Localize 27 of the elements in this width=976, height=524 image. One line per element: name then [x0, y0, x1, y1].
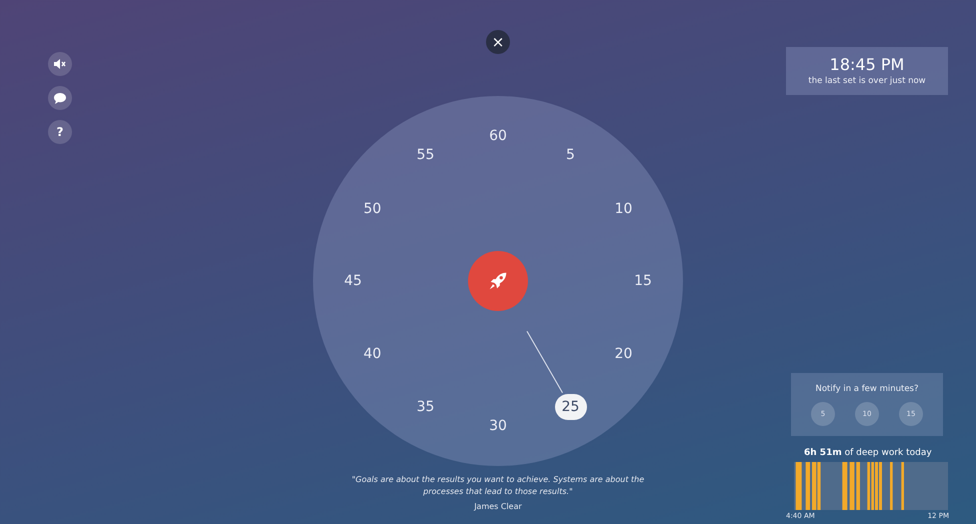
rocket-icon [487, 270, 509, 292]
notify-title: Notify in a few minutes? [816, 384, 918, 394]
minute-label[interactable]: 10 [614, 202, 632, 216]
minute-label[interactable]: 5 [566, 148, 575, 162]
minute-label[interactable]: 55 [416, 148, 434, 162]
dial-hand [526, 330, 563, 394]
help-button[interactable]: ? [48, 120, 72, 144]
minute-label[interactable]: 60 [489, 129, 507, 143]
quote-author: James Clear [474, 502, 522, 511]
minute-label[interactable]: 15 [634, 274, 652, 288]
deep-work-summary: 6h 51m of deep work today [804, 448, 932, 458]
close-button[interactable]: × [486, 30, 510, 54]
clock-note: the last set is over just now [808, 76, 926, 86]
timer-dial[interactable]: 60 5 10 15 20 25 30 35 40 45 50 55 [313, 96, 683, 466]
clock-time: 18:45 PM [830, 56, 904, 72]
minute-label[interactable]: 50 [364, 202, 382, 216]
selected-minute[interactable]: 25 [554, 394, 586, 420]
minute-label[interactable]: 30 [489, 419, 507, 433]
quote-text: "Goals are about the results you want to achieve. Systems are about the processes that lead to those results." [350, 474, 646, 498]
minute-label[interactable]: 45 [344, 274, 362, 288]
mute-button[interactable] [48, 52, 72, 76]
minute-label[interactable]: 35 [416, 400, 434, 414]
speaker-muted-icon [54, 59, 66, 69]
speech-bubble-icon [54, 92, 66, 104]
minute-label[interactable]: 20 [614, 346, 632, 360]
chat-button[interactable] [48, 86, 72, 110]
minute-label[interactable]: 40 [364, 346, 382, 360]
